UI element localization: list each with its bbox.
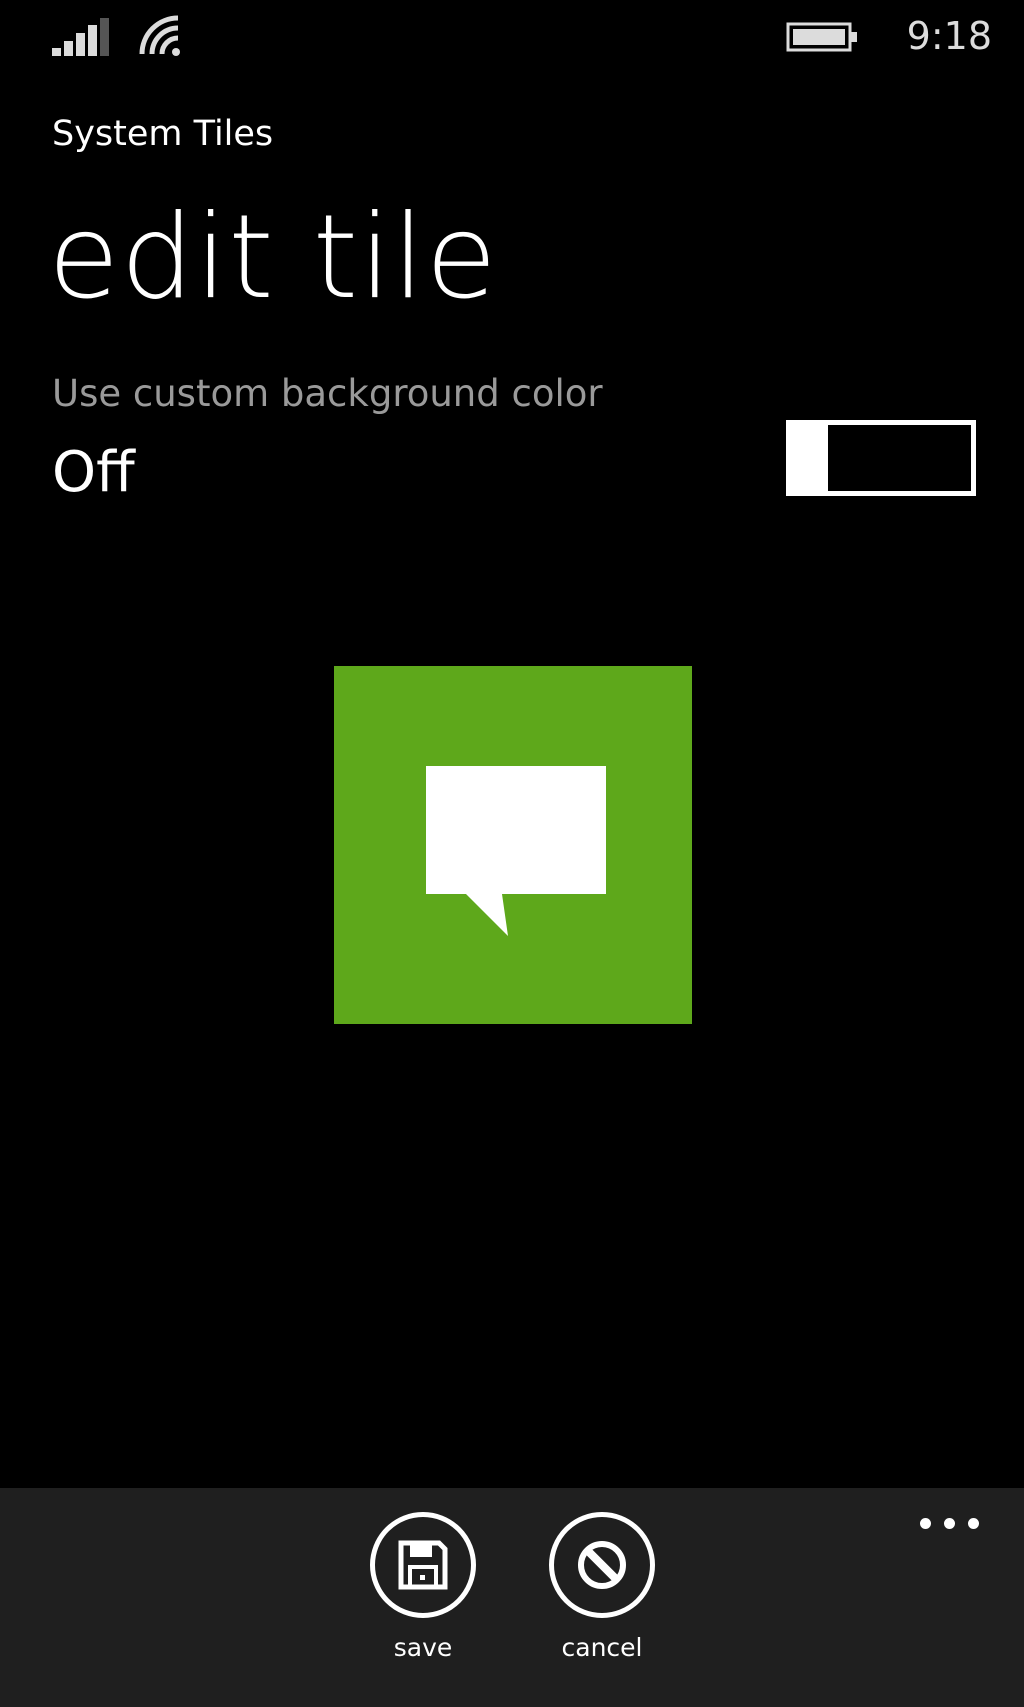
toggle-thumb[interactable] — [786, 420, 828, 496]
cancel-button[interactable]: cancel — [527, 1512, 677, 1692]
cancel-button-circle — [549, 1512, 655, 1618]
cancel-button-label: cancel — [561, 1633, 643, 1662]
more-dot — [944, 1518, 955, 1529]
status-time: 9:18 — [906, 14, 992, 58]
custom-background-toggle[interactable] — [786, 420, 976, 496]
save-button-label: save — [393, 1633, 453, 1662]
custom-background-value: Off — [52, 440, 135, 505]
app-title: System Tiles — [52, 114, 274, 154]
more-dots-icon[interactable] — [900, 1488, 1000, 1558]
status-bar: 9:18 — [0, 0, 1024, 80]
wifi-icon — [139, 15, 180, 56]
cancel-icon — [578, 1541, 626, 1589]
battery-icon — [786, 22, 857, 52]
page-title: edit tile — [48, 190, 498, 325]
save-button[interactable]: save — [348, 1512, 498, 1692]
save-button-circle — [370, 1512, 476, 1618]
more-dot — [920, 1518, 931, 1529]
custom-background-label: Use custom background color — [52, 372, 603, 415]
app-bar: save cancel — [0, 1488, 1024, 1707]
message-bubble-icon — [426, 766, 606, 936]
signal-strength-icon — [52, 18, 109, 56]
save-icon — [398, 1540, 448, 1590]
tile-preview — [334, 666, 692, 1024]
edit-tile-screen: 9:18 System Tiles edit tile Use custom b… — [0, 0, 1024, 1707]
more-dot — [968, 1518, 979, 1529]
